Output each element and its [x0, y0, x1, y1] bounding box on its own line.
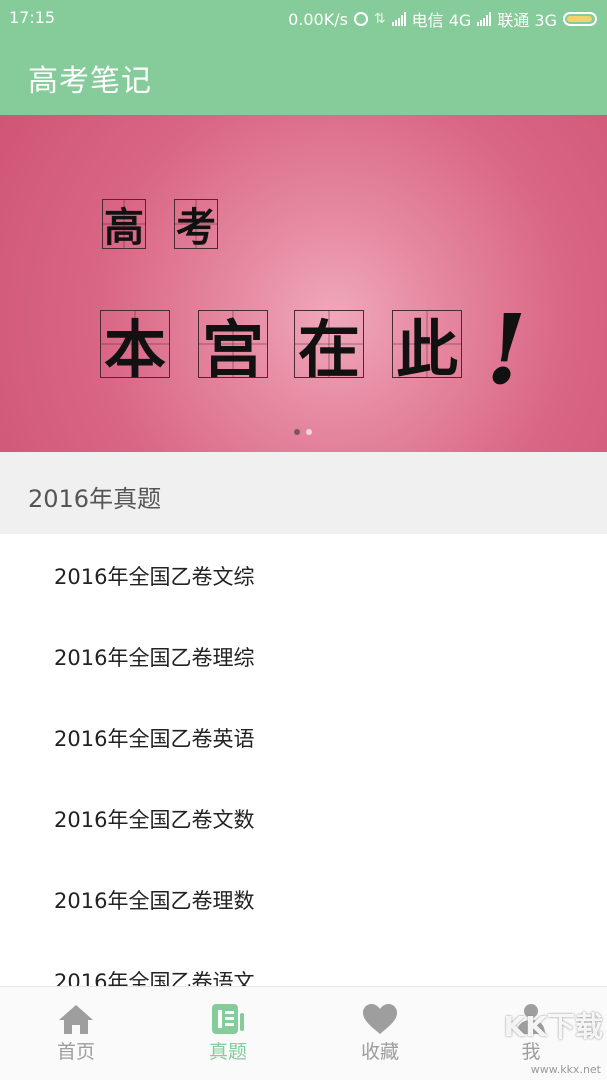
heart-icon — [330, 1001, 430, 1035]
status-time: 17:15 — [9, 8, 56, 27]
list-item[interactable]: 2016年全国乙卷文综 — [0, 534, 607, 615]
status-bar: 17:15 0.00K/s ⇅ 电信 4G 联通 3G — [0, 0, 607, 34]
banner-char: 在 — [294, 310, 364, 386]
banner-char: 此 — [392, 310, 462, 386]
section-title: 2016年真题 — [28, 485, 162, 513]
banner-char: 高 — [102, 199, 146, 251]
carrier-1: 电信 4G — [411, 11, 472, 30]
carousel-indicator — [294, 429, 312, 435]
top-bar: 17:15 0.00K/s ⇅ 电信 4G 联通 3G 高考笔记 — [0, 0, 607, 115]
watermark-url: www.kkx.net — [530, 1063, 601, 1076]
list-item-label: 2016年全国乙卷语文 — [54, 970, 255, 986]
banner-char: 考 — [174, 199, 218, 251]
tab-label: 收藏 — [360, 1041, 399, 1063]
list-item[interactable]: 2016年全国乙卷文数 — [0, 777, 607, 858]
data-transfer-icon: ⇅ — [373, 11, 386, 27]
list-item-label: 2016年全国乙卷文综 — [54, 565, 255, 589]
list-item-label: 2016年全国乙卷理综 — [54, 646, 255, 670]
tab-label: 首页 — [56, 1041, 95, 1063]
banner-carousel[interactable]: 高 考 本 宫 在 此 ! — [0, 115, 607, 452]
carousel-dot — [294, 429, 300, 435]
carousel-dot — [306, 429, 312, 435]
watermark-logo: KK下载 — [503, 1010, 603, 1043]
network-speed: 0.00K/s — [288, 9, 348, 29]
list-item[interactable]: 2016年全国乙卷语文 — [0, 939, 607, 986]
bottom-navigation: 首页 真题 收藏 我 KK下载 www.kkx.net — [0, 986, 607, 1080]
tab-label: 真题 — [208, 1041, 247, 1063]
battery-icon — [563, 12, 597, 26]
banner-char: 宫 — [198, 310, 268, 386]
exam-list: 2016年全国乙卷文综 2016年全国乙卷理综 2016年全国乙卷英语 2016… — [0, 534, 607, 986]
list-item[interactable]: 2016年全国乙卷理数 — [0, 858, 607, 939]
tab-exams[interactable]: 真题 — [178, 1001, 278, 1064]
signal-icon-2 — [477, 12, 492, 26]
section-header: 2016年真题 — [0, 452, 607, 534]
app-title: 高考笔记 — [28, 64, 152, 99]
notes-icon — [178, 1001, 278, 1035]
home-icon — [26, 1001, 126, 1035]
tab-home[interactable]: 首页 — [26, 1001, 126, 1064]
carrier-2: 联通 3G — [497, 11, 557, 30]
list-item[interactable]: 2016年全国乙卷英语 — [0, 696, 607, 777]
status-right: 0.00K/s ⇅ 电信 4G 联通 3G — [288, 7, 597, 31]
tab-favorites[interactable]: 收藏 — [330, 1001, 430, 1064]
signal-icon — [391, 12, 406, 26]
banner-char: 本 — [100, 310, 170, 386]
alarm-icon — [353, 12, 368, 26]
list-item-label: 2016年全国乙卷文数 — [54, 808, 255, 832]
list-item-label: 2016年全国乙卷理数 — [54, 889, 255, 913]
list-item-label: 2016年全国乙卷英语 — [54, 727, 255, 751]
list-item[interactable]: 2016年全国乙卷理综 — [0, 615, 607, 696]
banner-exclamation: ! — [475, 293, 538, 406]
